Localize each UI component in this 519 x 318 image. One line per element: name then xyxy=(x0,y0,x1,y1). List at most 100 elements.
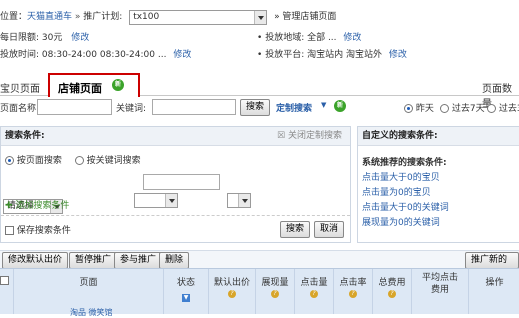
platform-edit-link[interactable]: 修改 xyxy=(389,50,407,60)
column-header[interactable]: 点击量? xyxy=(294,269,333,314)
system-condition-link[interactable]: 展现量为0的关键词 xyxy=(362,215,440,228)
select-all-column xyxy=(0,269,12,314)
range-yesterday-label: 昨天 xyxy=(415,104,434,114)
chevron-down-icon xyxy=(237,194,250,207)
delete-button[interactable]: 删除 xyxy=(159,252,190,269)
promote-new-page-button[interactable]: 推广新的页 xyxy=(465,252,519,280)
column-header-label: 页面 xyxy=(79,278,98,288)
page-name-input[interactable] xyxy=(37,99,112,115)
platform-label: 投放平台: 淘宝站内 淘宝站外 xyxy=(265,50,382,60)
range-yesterday[interactable]: 昨天 xyxy=(404,101,434,114)
plan-select[interactable]: tx100 xyxy=(129,10,268,25)
column-header-label: 状态 ▼ xyxy=(164,275,208,302)
system-condition-link[interactable]: 点击量大于0的宝贝 xyxy=(362,170,440,183)
platform: • 投放平台: 淘宝站内 淘宝站外 修改 xyxy=(257,47,407,60)
help-icon[interactable]: ? xyxy=(271,290,279,298)
column-header[interactable]: 状态 ▼ xyxy=(163,269,208,314)
chevron-down-icon xyxy=(164,194,177,207)
add-condition-label: 添加搜索条件 xyxy=(15,201,70,211)
column-header[interactable]: 平均点击费用 xyxy=(411,269,468,314)
resume-button[interactable]: 参与推广 xyxy=(114,252,163,269)
radio-icon xyxy=(487,104,496,113)
help-icon[interactable]: ? xyxy=(310,290,318,298)
system-condition-link[interactable]: 点击量为0的宝贝 xyxy=(362,185,431,198)
radio-icon xyxy=(404,104,413,113)
region-label: 投放地域: 全部 ... xyxy=(265,33,337,43)
close-custom-label: 关闭定制搜索 xyxy=(287,131,342,141)
action-bar: 修改默认出价 暂停推广 参与推广 删除 推广新的页 xyxy=(0,250,519,280)
column-header-text: 状态 xyxy=(176,278,195,288)
condition-op-select[interactable] xyxy=(133,193,178,208)
help-icon[interactable]: ? xyxy=(228,290,236,298)
divider xyxy=(1,215,350,216)
plus-icon: ✚ xyxy=(5,201,13,211)
schedule-label: 投放时间: 08:30-24:00 08:30-24:00 ... xyxy=(0,50,167,60)
search-by-keyword-option[interactable]: 按关键词搜索 xyxy=(74,156,141,166)
filter-bar: 页面名称: 关键词: 搜索 定制搜索 ▼ 新 昨天 过去7天 过去3 xyxy=(0,97,519,116)
breadcrumb-separator: » xyxy=(72,12,84,22)
region: • 投放地域: 全部 ... 修改 xyxy=(257,30,361,43)
search-button[interactable]: 搜索 xyxy=(240,99,271,116)
tab-item-pages[interactable]: 宝贝页面 xyxy=(0,80,40,95)
edit-default-bid-button[interactable]: 修改默认出价 xyxy=(2,252,69,269)
range-3-label: 过去3 xyxy=(498,104,519,114)
pause-button[interactable]: 暂停推广 xyxy=(69,252,118,269)
chevron-down-icon xyxy=(254,11,267,24)
save-condition[interactable]: 保存搜索条件 xyxy=(5,223,71,236)
panel-cancel-button[interactable]: 取消 xyxy=(314,221,345,238)
search-by-page-label: 按页面搜索 xyxy=(16,156,62,166)
range-3[interactable]: 过去3 xyxy=(487,101,519,114)
radio-icon xyxy=(440,104,449,113)
breadcrumb-prefix: 位置： xyxy=(0,12,28,22)
column-header-label: 默认出价 xyxy=(213,278,250,288)
schedule: 投放时间: 08:30-24:00 08:30-24:00 ... 修改 xyxy=(0,47,191,60)
close-custom-search-link[interactable]: ☒ 关闭定制搜索 xyxy=(277,127,342,145)
column-header-label: 点击量 xyxy=(300,278,328,288)
column-header[interactable]: 总费用? xyxy=(372,269,411,314)
panel-search-button[interactable]: 搜索 xyxy=(280,221,311,238)
column-header-label: 展现量 xyxy=(261,278,289,288)
column-header-label: 总费用 xyxy=(378,278,406,288)
condition-unit-select[interactable] xyxy=(226,193,251,208)
search-mode: 按页面搜索 按关键词搜索 xyxy=(5,153,141,166)
range-7days[interactable]: 过去7天 xyxy=(440,101,485,114)
custom-search-link[interactable]: 定制搜索 xyxy=(276,101,312,114)
search-panel-title: 搜索条件: xyxy=(5,131,45,141)
column-header[interactable]: 默认出价? xyxy=(208,269,255,314)
help-icon[interactable]: ? xyxy=(349,290,357,298)
range-7days-label: 过去7天 xyxy=(451,104,485,114)
help-icon[interactable]: ? xyxy=(388,290,396,298)
checkbox-icon[interactable] xyxy=(0,276,9,285)
breadcrumb-home-link[interactable]: 天猫直通车 xyxy=(27,12,72,22)
radio-icon xyxy=(5,156,14,165)
column-header[interactable]: 点击率? xyxy=(333,269,372,314)
daily-limit-edit-link[interactable]: 修改 xyxy=(71,33,89,43)
condition-value-input[interactable] xyxy=(143,174,220,190)
system-conditions-title: 系统推荐的搜索条件: xyxy=(362,158,447,168)
bullet-icon: • xyxy=(257,33,263,43)
filter-dropdown-icon[interactable]: ▼ xyxy=(182,294,190,302)
keyword-input[interactable] xyxy=(152,99,236,115)
dropdown-arrow-icon[interactable]: ▼ xyxy=(321,101,326,109)
add-condition-link[interactable]: ✚ 添加搜索条件 xyxy=(5,198,69,211)
search-panel-header: 搜索条件: ☒ 关闭定制搜索 xyxy=(1,127,350,146)
search-panel: 搜索条件: ☒ 关闭定制搜索 按页面搜索 按关键词搜索 请选择 ✚ 添加搜索条件… xyxy=(0,126,351,243)
schedule-edit-link[interactable]: 修改 xyxy=(173,50,191,60)
plan-label: 推广计划: xyxy=(83,12,123,22)
save-condition-label: 保存搜索条件 xyxy=(16,226,71,236)
tab-shop-pages[interactable]: 店铺页面 新 xyxy=(48,73,140,97)
search-by-page-option[interactable]: 按页面搜索 xyxy=(5,156,62,166)
column-header-label: 平均点击费用 xyxy=(422,273,459,295)
column-header-label: 操作 xyxy=(485,278,504,288)
region-edit-link[interactable]: 修改 xyxy=(343,33,361,43)
radio-icon xyxy=(74,156,84,165)
column-header[interactable]: 展现量? xyxy=(255,269,294,314)
tab-shop-pages-label: 店铺页面 xyxy=(58,82,102,95)
keyword-label: 关键词: xyxy=(116,104,147,114)
checkbox-icon xyxy=(5,226,14,235)
breadcrumb: 位置：天猫直通车 » 推广计划: tx100 » 管理店铺页面 xyxy=(0,9,336,25)
breadcrumb-current: » 管理店铺页面 xyxy=(274,12,337,22)
daily-limit-label: 每日限额: 30元 xyxy=(0,33,63,43)
system-condition-link[interactable]: 点击量大于0的关键词 xyxy=(362,200,449,213)
custom-conditions-title: 自定义的搜索条件: xyxy=(358,127,519,146)
